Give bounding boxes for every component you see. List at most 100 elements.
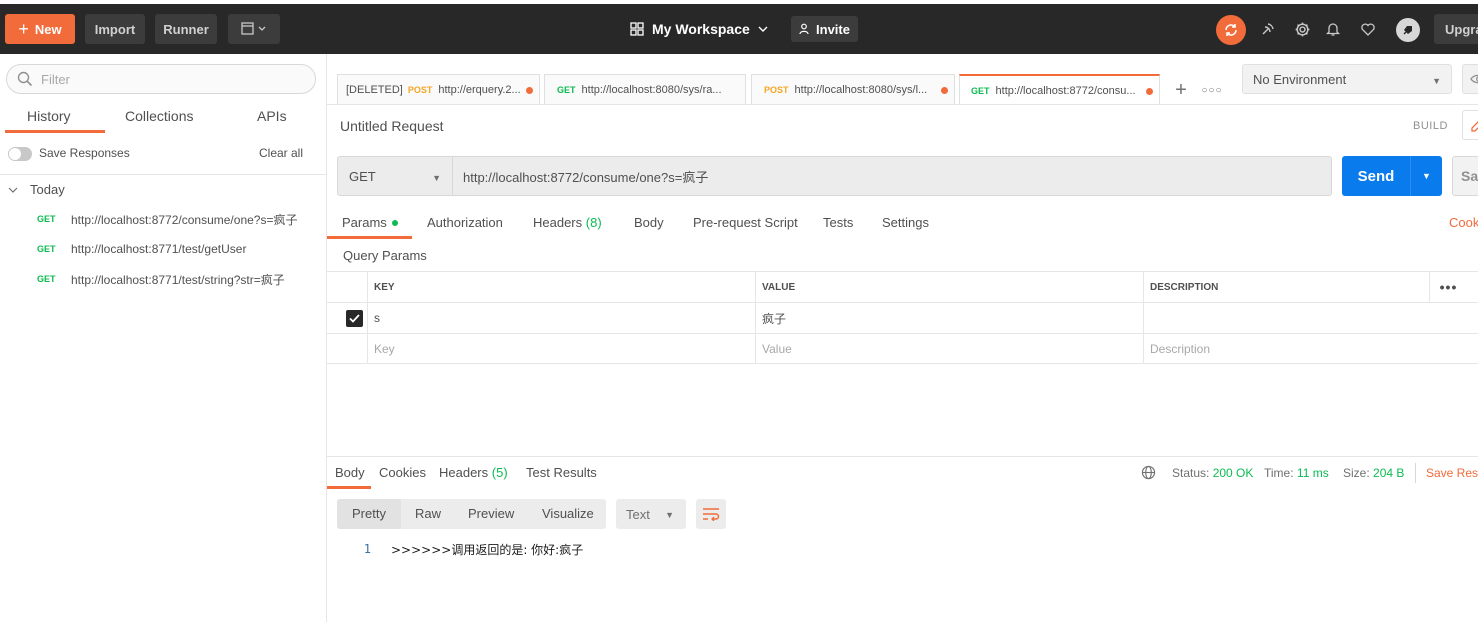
tab-params-label: Params	[342, 215, 387, 230]
response-tab-test-results[interactable]: Test Results	[526, 465, 597, 480]
whats-new-button[interactable]	[1396, 18, 1420, 42]
url-input[interactable]: http://localhost:8772/consume/one?s=疯子	[453, 156, 1332, 196]
format-visualize[interactable]: Visualize	[542, 506, 594, 521]
request-tab[interactable]: POST http://localhost:8080/sys/l...	[751, 74, 955, 105]
tab-apis[interactable]: APIs	[257, 108, 287, 124]
history-item[interactable]: GET http://localhost:8771/test/getUser	[37, 240, 322, 258]
runner-button[interactable]: Runner	[155, 14, 217, 44]
request-tab-method: GET	[971, 85, 990, 96]
param-description-cell[interactable]	[1143, 303, 1478, 333]
history-item-method: GET	[37, 274, 56, 284]
invite-button[interactable]: Invite	[791, 16, 858, 42]
param-checkbox[interactable]	[346, 310, 363, 327]
line-text: >>>>>>调用返回的是: 你好:疯子	[391, 542, 584, 557]
response-headers-count: (5)	[491, 465, 508, 480]
tab-authorization[interactable]: Authorization	[427, 215, 503, 230]
invite-label: Invite	[816, 21, 850, 37]
upgrade-button[interactable]: Upgrade	[1434, 14, 1478, 44]
bell-icon	[1325, 23, 1341, 36]
response-type-select[interactable]: Text ▼	[616, 499, 686, 529]
tab-tests[interactable]: Tests	[823, 215, 853, 230]
interceptor-button[interactable]	[1257, 18, 1279, 40]
response-headers-label: Headers	[439, 465, 489, 480]
tab-prerequest-script[interactable]: Pre-request Script	[693, 215, 798, 230]
value-placeholder[interactable]: Value	[755, 334, 1143, 364]
active-tab-indicator	[327, 236, 412, 239]
history-item[interactable]: GET http://localhost:8772/consume/one?s=…	[37, 210, 322, 228]
response-tab-headers[interactable]: Headers (5)	[439, 465, 508, 480]
filter-input[interactable]	[41, 71, 301, 87]
request-tab[interactable]: GET http://localhost:8080/sys/ra...	[544, 74, 746, 105]
request-tab-url: http://localhost:8080/sys/l...	[794, 84, 928, 96]
description-placeholder[interactable]: Description	[1143, 334, 1478, 364]
caret-down-icon: ▼	[432, 173, 441, 183]
wrap-lines-button[interactable]	[696, 499, 726, 529]
environment-quick-look-button[interactable]	[1462, 64, 1478, 94]
history-item-method: GET	[37, 214, 56, 224]
history-group-today[interactable]: Today	[8, 182, 65, 197]
cookies-link[interactable]: Cookies	[1449, 215, 1478, 230]
unsaved-dot	[526, 87, 533, 94]
response-tab-body[interactable]: Body	[335, 465, 365, 480]
save-response-button[interactable]: Save Response	[1426, 466, 1478, 480]
unsaved-dot	[941, 87, 948, 94]
build-mode-label[interactable]: BUILD	[1413, 120, 1448, 132]
request-tab-active[interactable]: GET http://localhost:8772/consu...	[959, 74, 1160, 105]
request-tab-method: GET	[557, 85, 576, 95]
size-value: 204 B	[1373, 466, 1405, 480]
notifications-button[interactable]	[1322, 18, 1344, 40]
table-options-button[interactable]: •••	[1429, 272, 1467, 302]
sidebar: History Collections APIs Save Responses …	[0, 54, 327, 622]
response-time: Time: 11 ms	[1264, 466, 1329, 480]
tab-body[interactable]: Body	[634, 215, 664, 230]
request-tab[interactable]: [DELETED] POST http://erquery.2...	[337, 74, 540, 105]
send-label: Send	[1357, 167, 1395, 185]
param-key-cell[interactable]: s	[367, 303, 755, 333]
response-tab-cookies[interactable]: Cookies	[379, 465, 426, 480]
method-value: GET	[349, 168, 376, 184]
format-raw[interactable]: Raw	[415, 506, 441, 521]
tab-collections[interactable]: Collections	[125, 108, 193, 124]
import-button[interactable]: Import	[85, 14, 145, 44]
workspace-switcher[interactable]: My Workspace	[630, 14, 768, 44]
edit-button[interactable]	[1462, 110, 1478, 140]
favorites-button[interactable]	[1357, 18, 1379, 40]
format-pretty[interactable]: Pretty	[352, 506, 386, 521]
filter-box[interactable]	[6, 64, 316, 94]
settings-button[interactable]	[1291, 18, 1313, 40]
key-placeholder[interactable]: Key	[367, 334, 755, 364]
request-title[interactable]: Untitled Request	[340, 118, 444, 134]
format-preview[interactable]: Preview	[468, 506, 514, 521]
tab-headers[interactable]: Headers (8)	[533, 215, 602, 230]
new-button-label: New	[34, 21, 62, 37]
column-header-description: DESCRIPTION	[1143, 272, 1478, 302]
request-tab-url: http://localhost:8080/sys/ra...	[581, 84, 722, 96]
method-select[interactable]: GET ▼	[337, 156, 453, 196]
environment-select[interactable]: No Environment ▼	[1242, 64, 1452, 94]
history-item[interactable]: GET http://localhost:8771/test/string?st…	[37, 270, 322, 288]
new-tab-button[interactable]: +	[1168, 78, 1194, 102]
clear-all-button[interactable]: Clear all	[259, 146, 303, 160]
tab-params[interactable]: Params	[342, 215, 398, 230]
new-button[interactable]: + New	[5, 14, 75, 44]
environment-label: No Environment	[1253, 71, 1347, 87]
tab-settings[interactable]: Settings	[882, 215, 929, 230]
request-tab-url: http://erquery.2...	[438, 84, 521, 96]
new-window-button[interactable]	[228, 14, 280, 44]
caret-down-icon: ▼	[665, 510, 674, 520]
tab-options-button[interactable]: ○○○	[1200, 78, 1224, 102]
tab-history[interactable]: History	[27, 108, 71, 124]
column-header-key: KEY	[367, 272, 755, 302]
param-value-cell[interactable]: 疯子	[755, 303, 1143, 333]
globe-icon[interactable]	[1141, 465, 1156, 480]
tabs-divider	[327, 104, 1478, 105]
active-tab-indicator	[5, 130, 105, 133]
save-button[interactable]: Save	[1452, 156, 1478, 196]
line-number: 1	[363, 542, 371, 556]
send-options-caret[interactable]: ▼	[1411, 171, 1442, 181]
heart-icon	[1361, 23, 1375, 36]
save-responses-toggle[interactable]	[8, 147, 32, 161]
sync-button[interactable]	[1216, 15, 1246, 45]
format-tabs: Pretty Raw Preview Visualize	[337, 499, 606, 529]
send-button[interactable]: Send ▼	[1342, 156, 1442, 196]
